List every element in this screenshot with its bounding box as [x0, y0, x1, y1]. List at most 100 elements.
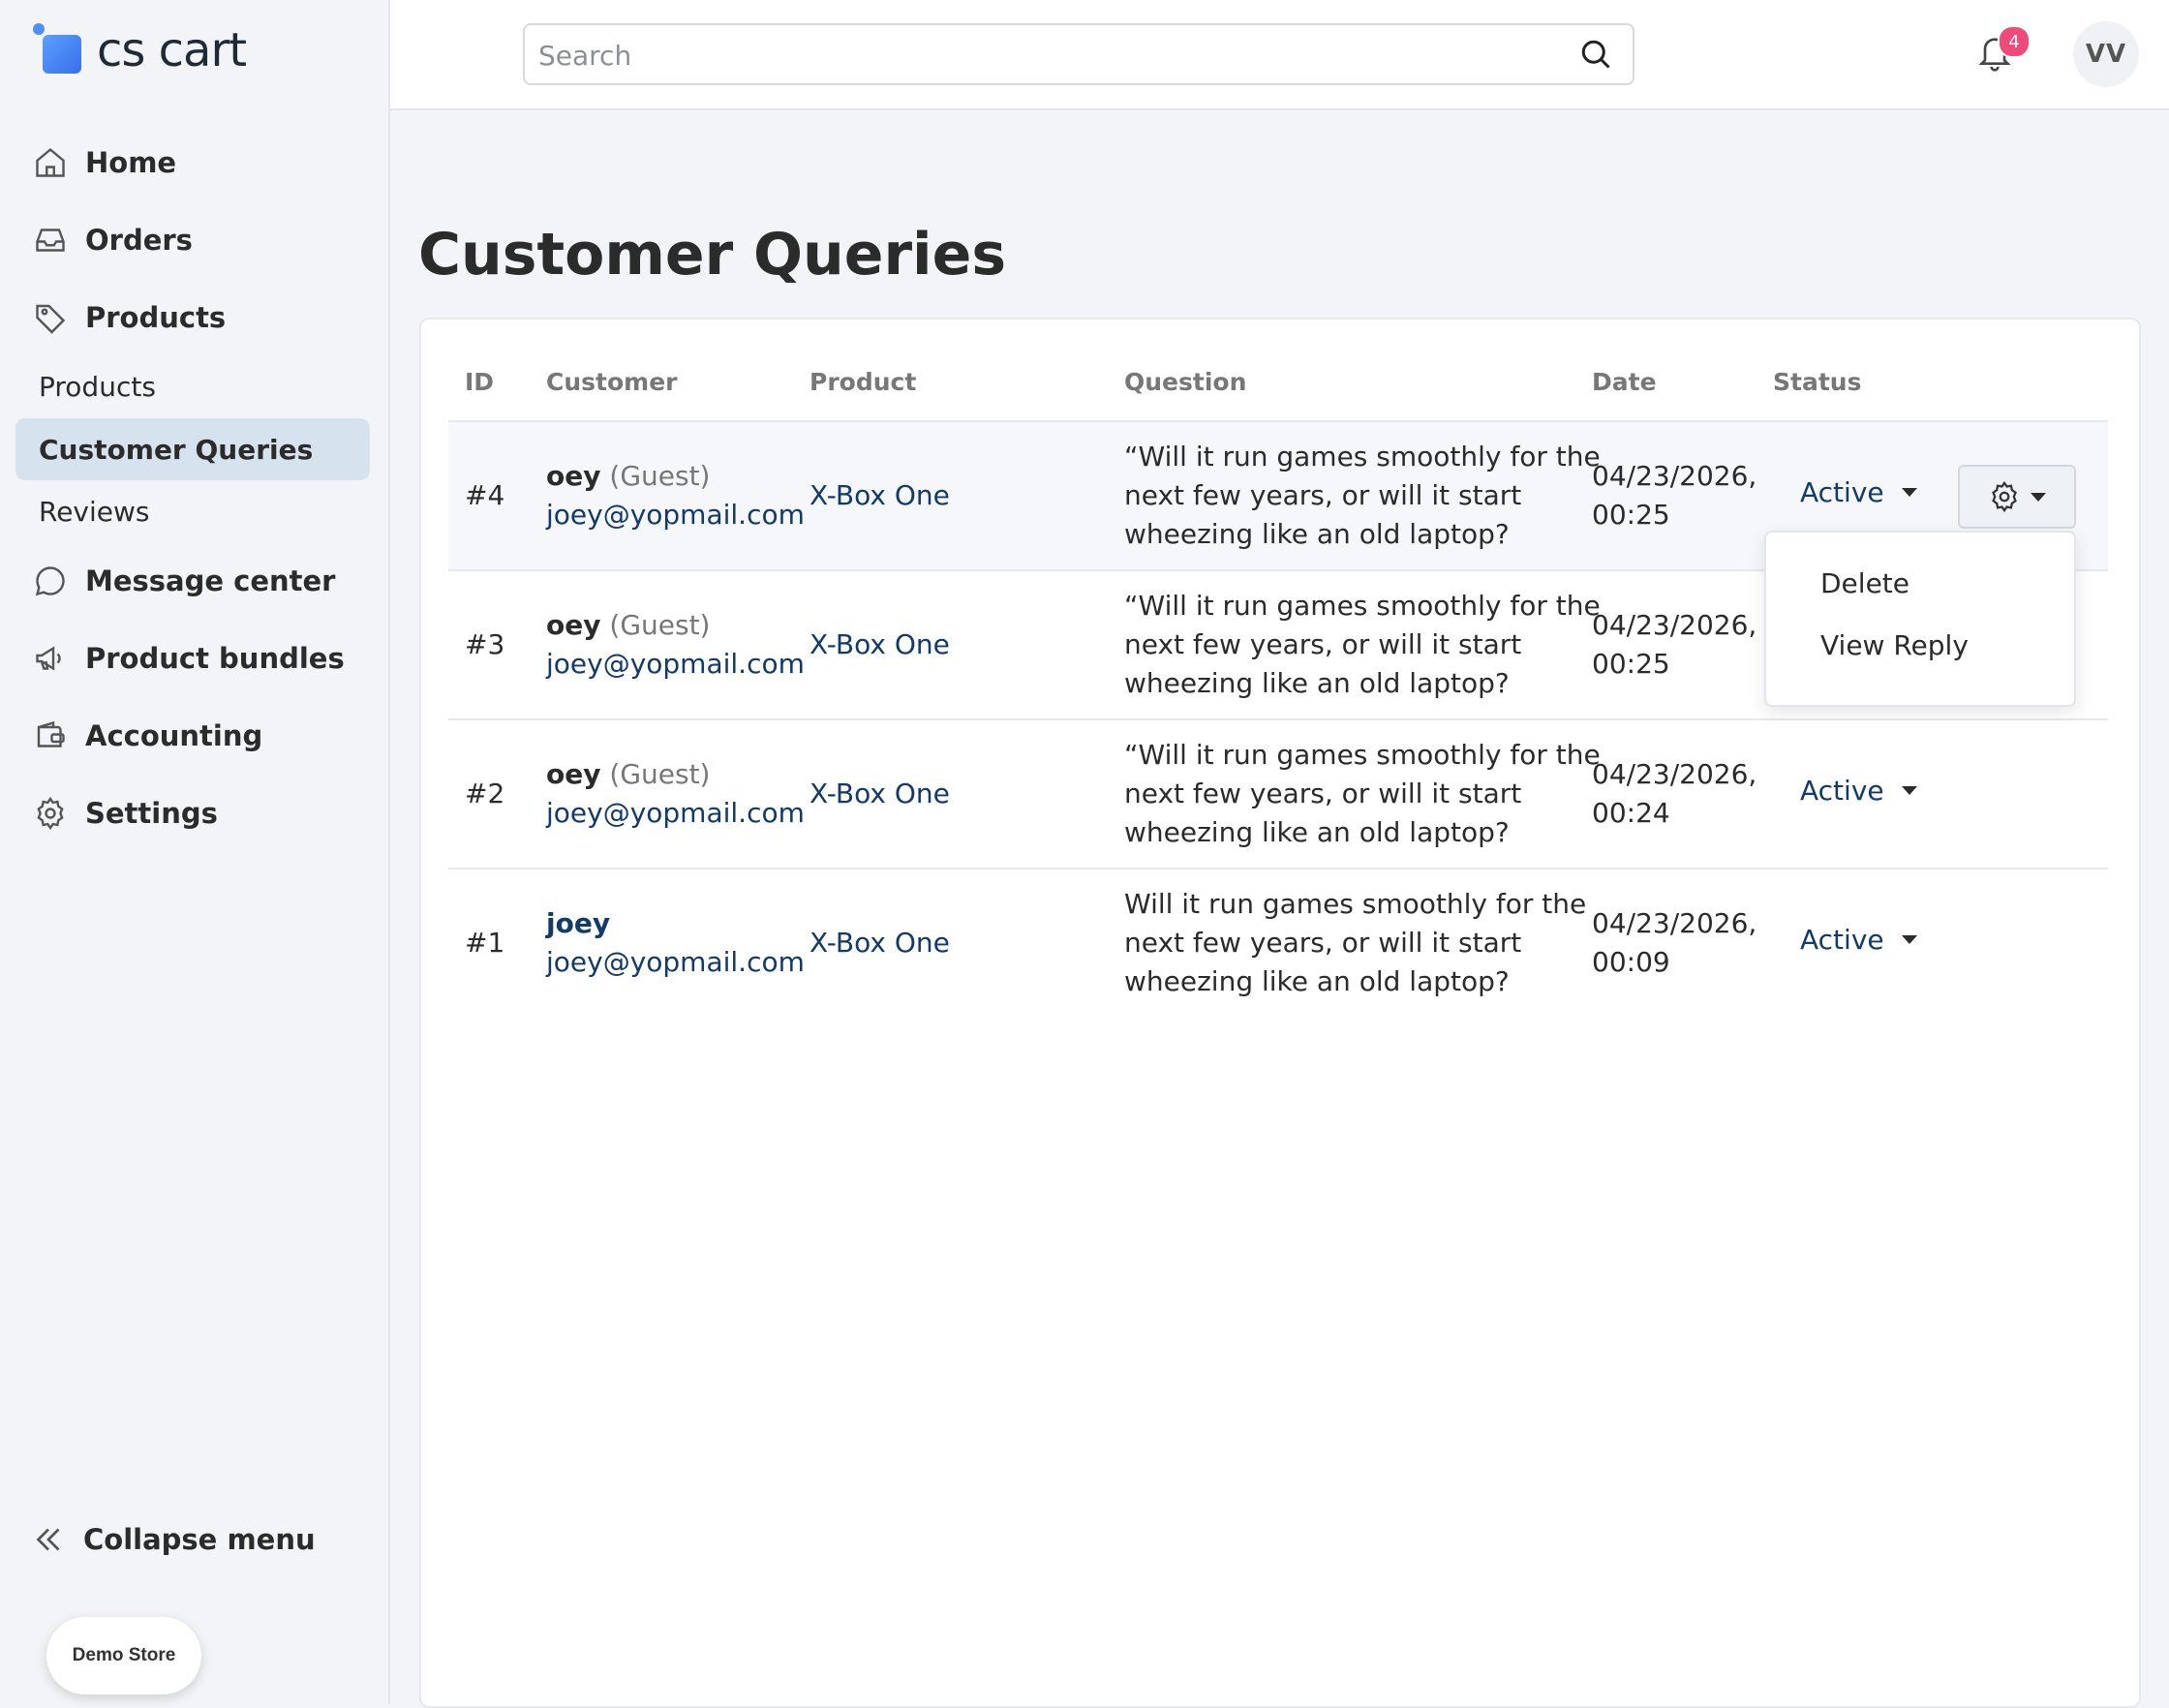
status-label: Active [1800, 924, 1884, 956]
menu-item-delete[interactable]: Delete [1820, 567, 1909, 599]
row-date: 04/23/2026, 00:25 [1592, 606, 1757, 684]
caret-down-icon [1901, 935, 1917, 944]
question-line: next few years, or will it start [1124, 778, 1522, 809]
collapse-menu-label: Collapse menu [83, 1523, 316, 1556]
row-customer: oey (Guest) joey@yopmail.com [546, 457, 805, 534]
sidebar-item-message-center[interactable]: Message center [31, 554, 335, 608]
product-link[interactable]: X-Box One [810, 476, 950, 515]
wallet-icon [31, 717, 70, 755]
sidebar-item-label: Product bundles [85, 642, 345, 675]
time-line: 00:25 [1592, 499, 1670, 531]
search-icon[interactable] [1578, 37, 1613, 72]
product-link[interactable]: X-Box One [810, 924, 950, 962]
guest-tag: (Guest) [609, 609, 711, 641]
caret-down-icon [1901, 488, 1917, 497]
row-actions-button[interactable] [1958, 465, 2076, 529]
column-header-id: ID [465, 368, 495, 396]
question-line: wheezing like an old laptop? [1124, 667, 1510, 699]
customer-name: oey [546, 609, 601, 641]
status-dropdown[interactable]: Active [1800, 775, 1917, 807]
status-dropdown[interactable]: Active [1800, 476, 1917, 508]
column-header-date: Date [1592, 368, 1657, 396]
row-date: 04/23/2026, 00:25 [1592, 457, 1757, 534]
time-line: 00:24 [1592, 797, 1670, 829]
customer-email-link[interactable]: joey@yopmail.com [546, 794, 805, 833]
question-line: wheezing like an old laptop? [1124, 965, 1510, 997]
page-title: Customer Queries [418, 221, 1007, 289]
sidebar-item-home[interactable]: Home [31, 136, 176, 190]
guest-tag: (Guest) [609, 758, 711, 790]
time-line: 00:09 [1592, 946, 1670, 978]
question-line: next few years, or will it start [1124, 628, 1522, 660]
customer-email-link[interactable]: joey@yopmail.com [546, 943, 805, 982]
sidebar: cs cart Home Orders Products Products Cu… [0, 0, 390, 1704]
row-question: “Will it run games smoothly for the next… [1124, 438, 1601, 554]
customer-email-link[interactable]: joey@yopmail.com [546, 496, 805, 534]
row-question: “Will it run games smoothly for the next… [1124, 587, 1601, 703]
home-icon [31, 143, 70, 182]
sidebar-item-label: Settings [85, 797, 218, 830]
row-id: #4 [465, 479, 505, 511]
row-customer: oey (Guest) joey@yopmail.com [546, 606, 805, 684]
row-question: “Will it run games smoothly for the next… [1124, 736, 1601, 852]
tag-icon [31, 298, 70, 337]
sidebar-item-settings[interactable]: Settings [31, 786, 218, 840]
column-header-customer: Customer [546, 368, 678, 396]
double-chevron-left-icon [31, 1522, 66, 1557]
sidebar-item-label: Message center [85, 564, 336, 597]
row-question: Will it run games smoothly for the next … [1124, 885, 1586, 1001]
sidebar-item-label: Accounting [85, 719, 263, 752]
question-line: “Will it run games smoothly for the [1124, 739, 1601, 771]
gear-icon [1988, 480, 2021, 513]
sidebar-subitem-reviews[interactable]: Reviews [15, 480, 370, 542]
topbar: 4 VV [390, 0, 2169, 110]
sidebar-subitem-label: Reviews [39, 495, 150, 528]
row-date: 04/23/2026, 00:24 [1592, 755, 1757, 833]
logo[interactable]: cs cart [33, 23, 247, 77]
avatar[interactable]: VV [2073, 21, 2139, 87]
product-link[interactable]: X-Box One [810, 625, 950, 664]
date-line: 04/23/2026, [1592, 460, 1757, 492]
customer-name: oey [546, 460, 601, 492]
row-actions-menu: Delete View Reply [1764, 531, 2076, 707]
collapse-menu-button[interactable]: Collapse menu [31, 1522, 316, 1557]
customer-email-link[interactable]: joey@yopmail.com [546, 645, 805, 684]
notification-badge: 4 [1998, 25, 2031, 58]
row-customer: oey (Guest) joey@yopmail.com [546, 755, 805, 833]
logo-mark-icon [33, 23, 87, 77]
sidebar-item-product-bundles[interactable]: Product bundles [31, 631, 345, 686]
sidebar-item-products[interactable]: Products [31, 290, 226, 345]
question-line: next few years, or will it start [1124, 479, 1522, 511]
chat-icon [31, 562, 70, 600]
search-box[interactable] [523, 23, 1634, 85]
search-input[interactable] [536, 25, 1567, 85]
question-line: next few years, or will it start [1124, 927, 1522, 959]
sidebar-subitem-products[interactable]: Products [15, 355, 370, 417]
menu-item-view-reply[interactable]: View Reply [1820, 629, 1969, 661]
product-link[interactable]: X-Box One [810, 775, 950, 813]
column-header-product: Product [810, 368, 917, 396]
time-line: 00:25 [1592, 648, 1670, 680]
row-id: #2 [465, 778, 505, 809]
gear-icon [31, 794, 70, 833]
sidebar-item-label: Products [85, 301, 227, 334]
sidebar-item-orders[interactable]: Orders [31, 213, 193, 267]
status-label: Active [1800, 775, 1884, 807]
status-dropdown[interactable]: Active [1800, 924, 1917, 956]
sidebar-subitem-customer-queries[interactable]: Customer Queries [15, 418, 370, 480]
date-line: 04/23/2026, [1592, 609, 1757, 641]
row-id: #3 [465, 628, 505, 660]
guest-tag: (Guest) [609, 460, 711, 492]
demo-store-button[interactable]: Demo Store [46, 1617, 201, 1694]
caret-down-icon [2031, 492, 2046, 502]
question-line: wheezing like an old laptop? [1124, 518, 1510, 550]
customer-name: oey [546, 758, 601, 790]
customer-name-link[interactable]: joey [546, 904, 805, 943]
megaphone-icon [31, 639, 70, 678]
logo-text: cs cart [97, 23, 247, 77]
question-line: Will it run games smoothly for the [1124, 888, 1587, 920]
question-line: wheezing like an old laptop? [1124, 816, 1510, 848]
sidebar-item-accounting[interactable]: Accounting [31, 709, 262, 763]
row-id: #1 [465, 927, 505, 959]
inbox-icon [31, 221, 70, 259]
